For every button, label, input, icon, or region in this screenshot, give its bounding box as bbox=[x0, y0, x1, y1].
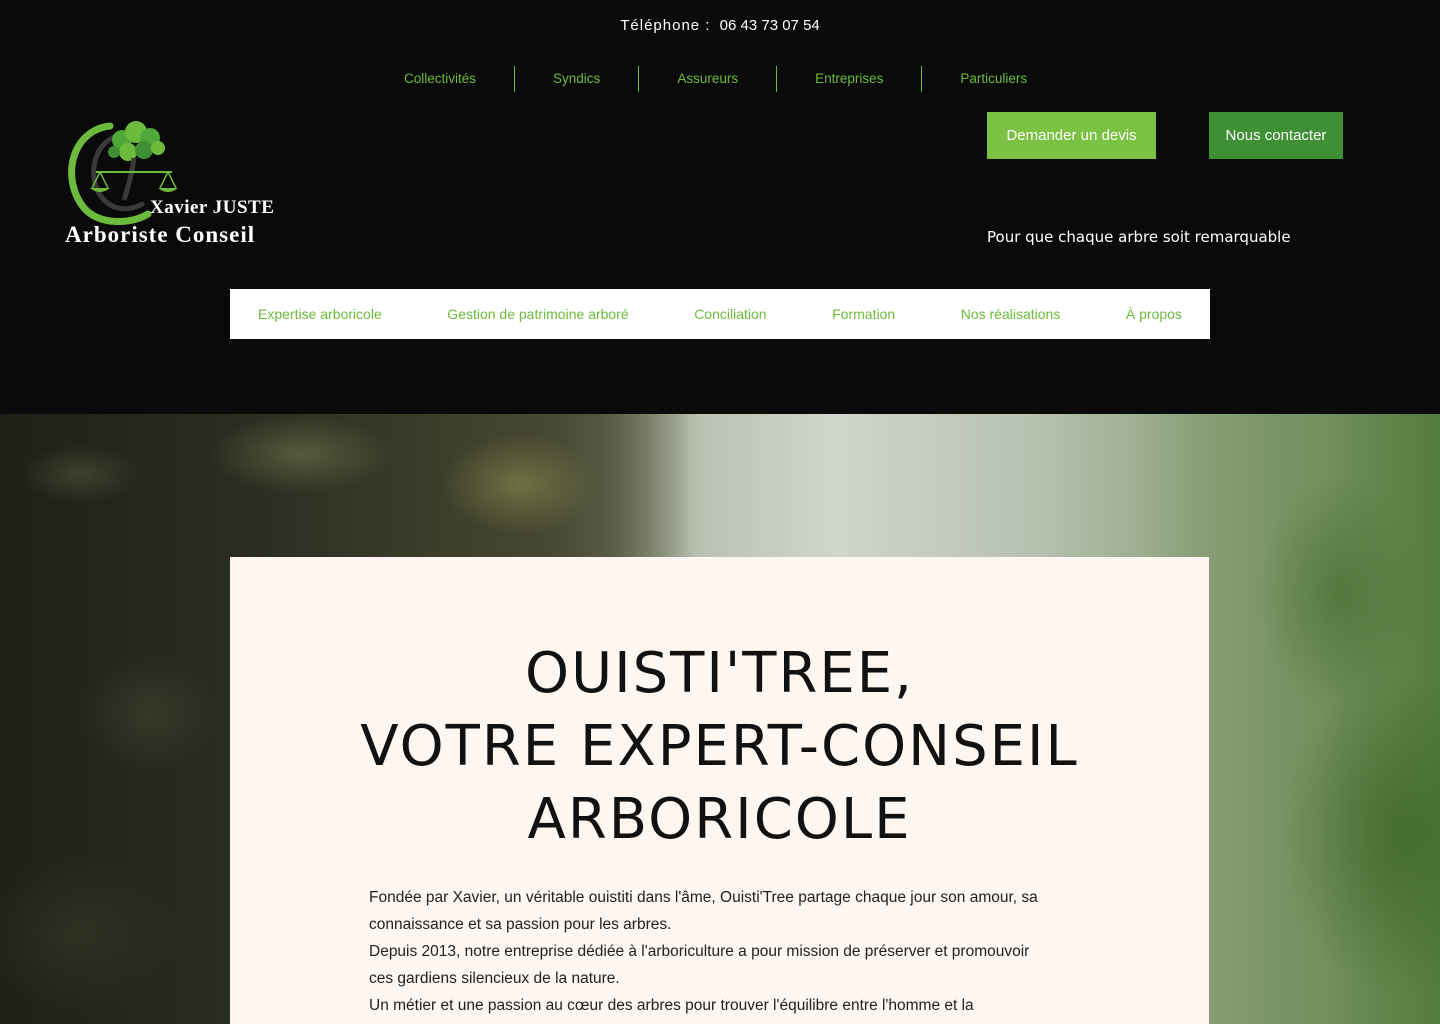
request-quote-button[interactable]: Demander un devis bbox=[987, 112, 1156, 159]
audience-nav-assureurs[interactable]: Assureurs bbox=[638, 66, 776, 92]
page-title: OUISTI'TREE, VOTRE EXPERT-CONSEIL ARBORI… bbox=[230, 637, 1209, 856]
intro-card: OUISTI'TREE, VOTRE EXPERT-CONSEIL ARBORI… bbox=[230, 557, 1209, 1024]
main-nav-gestion-patrimoine[interactable]: Gestion de patrimoine arboré bbox=[447, 306, 628, 322]
audience-nav-entreprises[interactable]: Entreprises bbox=[776, 66, 921, 92]
main-nav-formation[interactable]: Formation bbox=[832, 306, 895, 322]
main-nav-realisations[interactable]: Nos réalisations bbox=[961, 306, 1061, 322]
intro-paragraph-3: Un métier et une passion au cœur des arb… bbox=[369, 997, 974, 1014]
main-nav-expertise[interactable]: Expertise arboricole bbox=[258, 306, 382, 322]
logo-name: Xavier JUSTE bbox=[150, 197, 275, 218]
main-nav: Expertise arboricole Gestion de patrimoi… bbox=[230, 289, 1210, 339]
logo-subtitle: Arboriste Conseil bbox=[65, 222, 256, 247]
phone-contact[interactable]: Téléphone : 06 43 73 07 54 bbox=[0, 17, 1440, 34]
audience-nav-syndics[interactable]: Syndics bbox=[514, 66, 638, 92]
main-nav-a-propos[interactable]: À propos bbox=[1126, 306, 1182, 322]
intro-paragraph-1: Fondée par Xavier, un véritable ouistiti… bbox=[369, 889, 1038, 933]
phone-number[interactable]: 06 43 73 07 54 bbox=[720, 17, 820, 34]
site-header: Téléphone : 06 43 73 07 54 Collectivités… bbox=[0, 0, 1440, 414]
main-nav-conciliation[interactable]: Conciliation bbox=[694, 306, 766, 322]
intro-text: Fondée par Xavier, un véritable ouistiti… bbox=[369, 884, 1049, 1019]
title-line-1: OUISTI'TREE, bbox=[525, 641, 914, 706]
phone-label: Téléphone : bbox=[620, 17, 711, 34]
audience-nav: Collectivités Syndics Assureurs Entrepri… bbox=[366, 66, 1065, 92]
audience-nav-collectivites[interactable]: Collectivités bbox=[366, 66, 514, 92]
intro-paragraph-2: Depuis 2013, notre entreprise dédiée à l… bbox=[369, 943, 1030, 987]
tagline: Pour que chaque arbre soit remarquable bbox=[987, 228, 1291, 246]
audience-nav-particuliers[interactable]: Particuliers bbox=[921, 66, 1065, 92]
title-line-2: VOTRE EXPERT-CONSEIL bbox=[360, 714, 1079, 779]
title-line-3: ARBORICOLE bbox=[527, 787, 912, 852]
contact-button[interactable]: Nous contacter bbox=[1209, 112, 1343, 159]
